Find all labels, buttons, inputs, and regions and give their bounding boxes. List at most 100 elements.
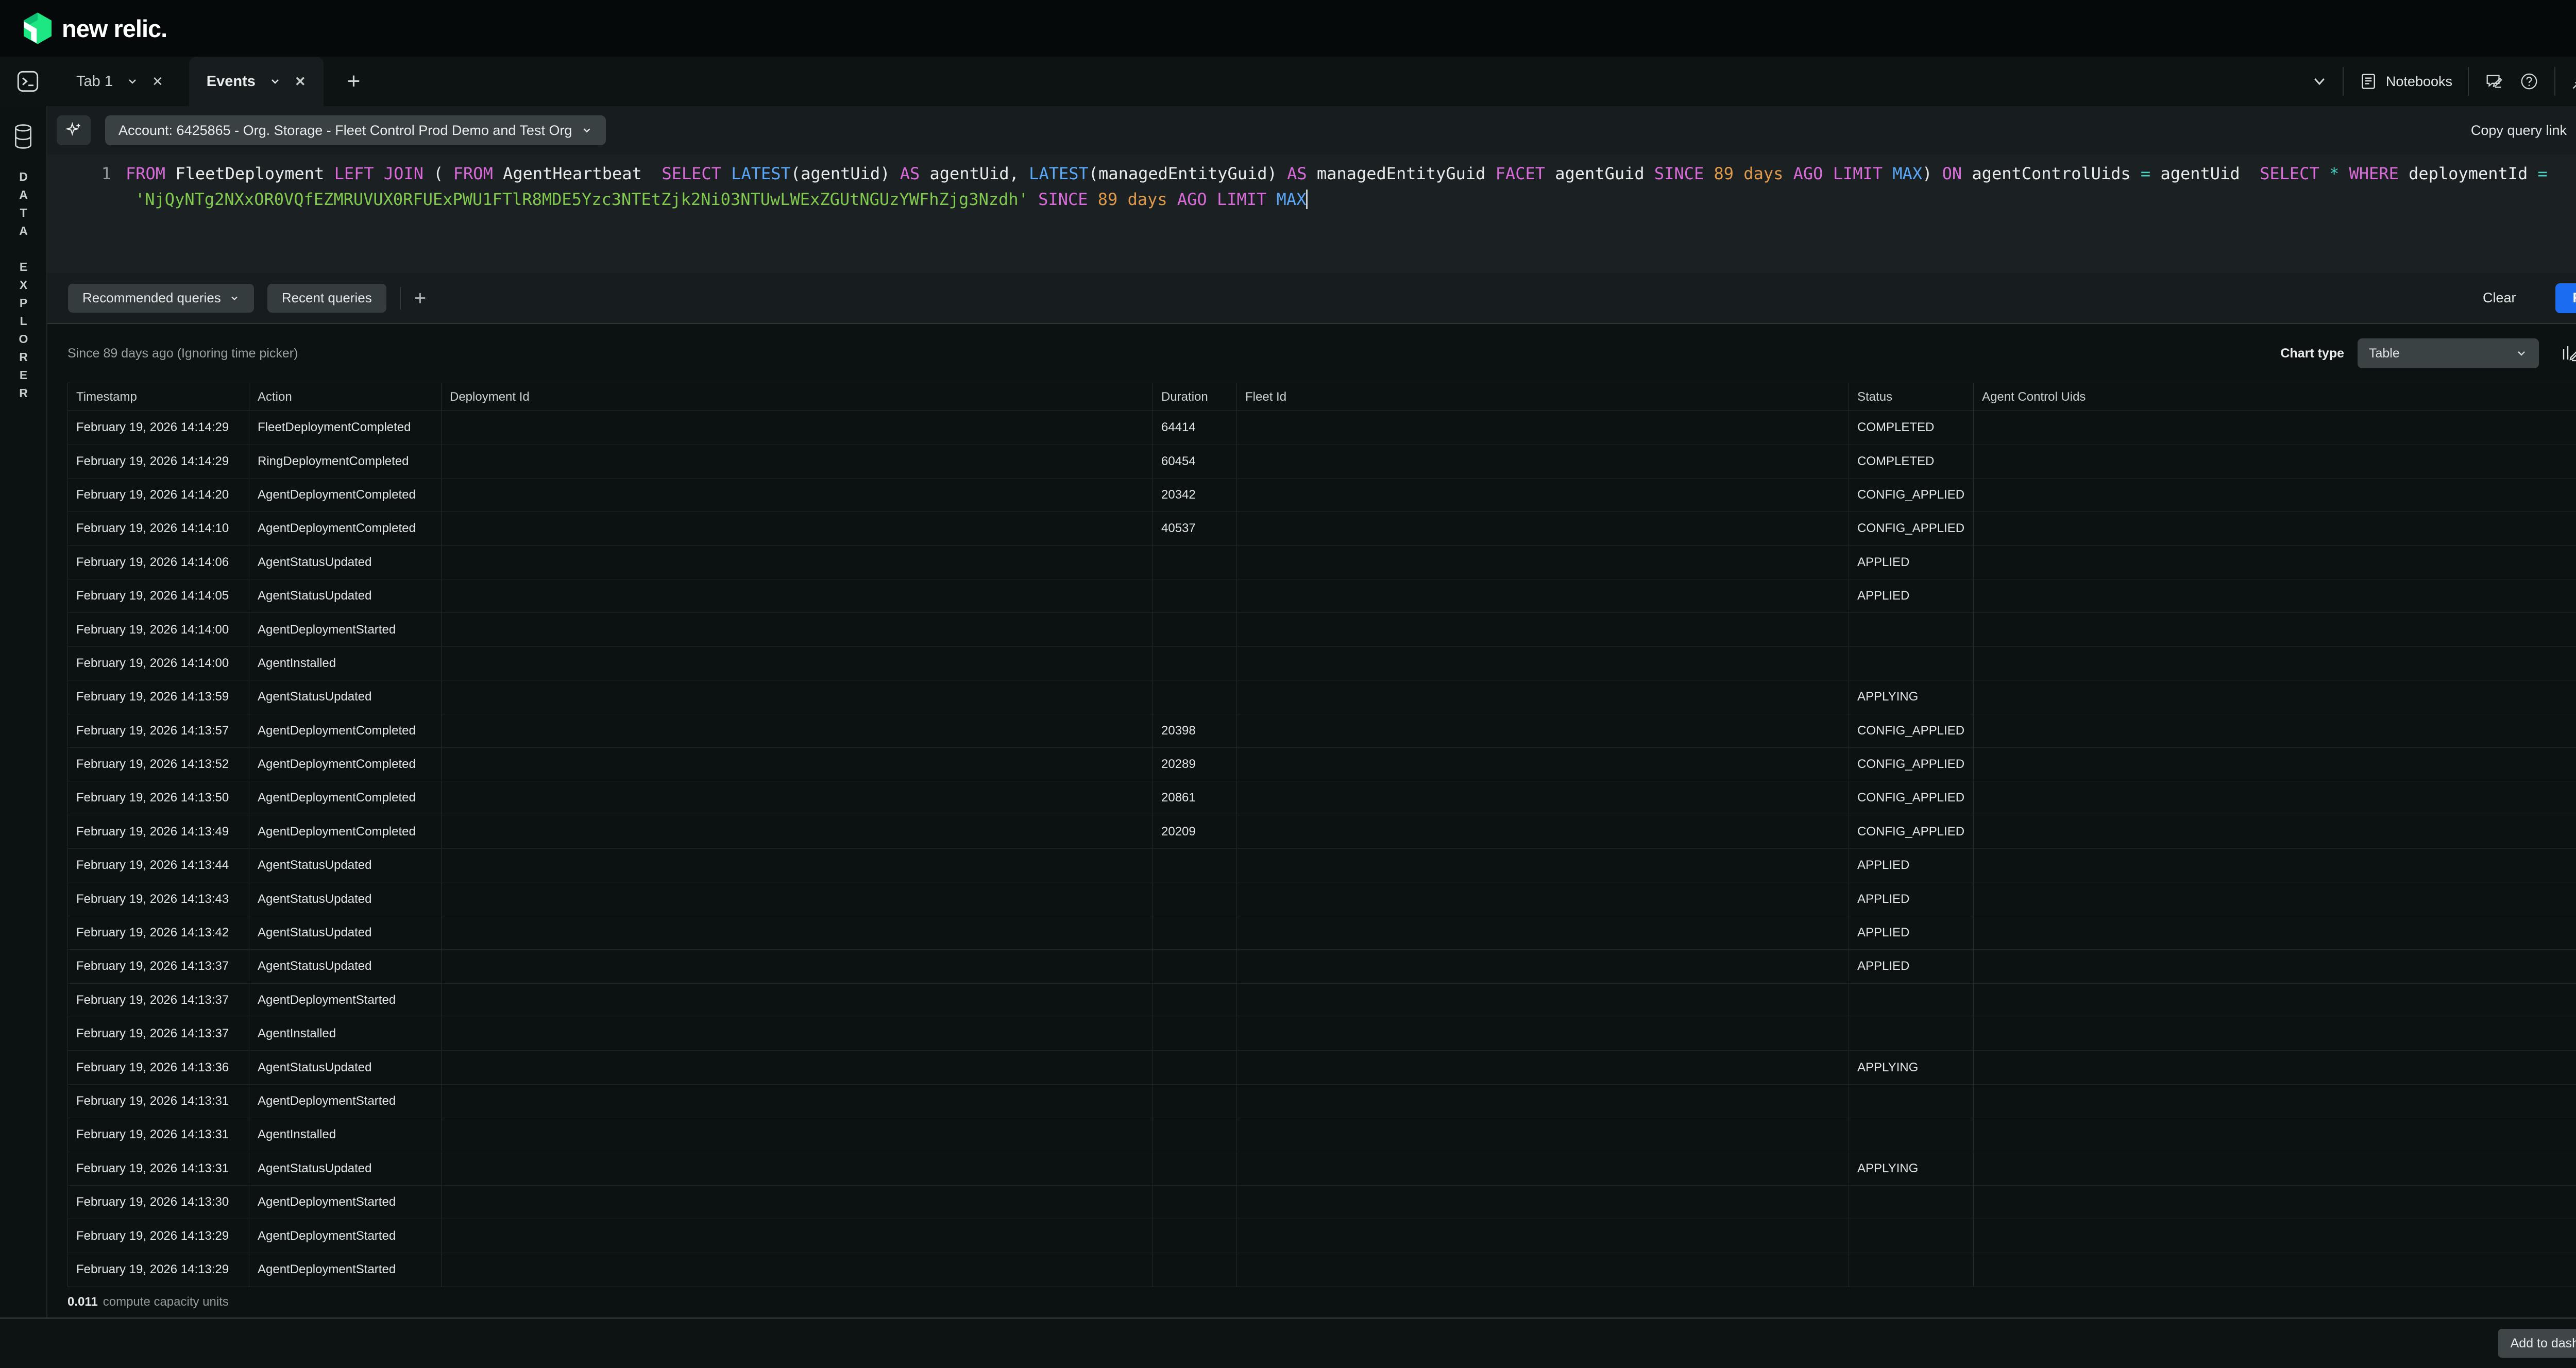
table-cell: CONFIG_APPLIED [1849, 512, 1974, 545]
column-header[interactable]: Duration [1153, 383, 1237, 411]
table-cell [1974, 1253, 2576, 1287]
tabs-dropdown-icon[interactable] [2312, 74, 2327, 89]
table-cell: APPLIED [1849, 579, 1974, 612]
table-cell [442, 815, 1153, 848]
tab-close-icon[interactable]: ✕ [152, 74, 163, 90]
table-cell: 60454 [1153, 444, 1237, 477]
chart-type-controls: Chart type Table ⋯ [2280, 338, 2576, 368]
table-cell [1237, 882, 1849, 915]
table-cell: February 19, 2026 14:13:37 [68, 950, 249, 983]
compute-cost-row: 0.011 compute capacity units [67, 1287, 2576, 1317]
tab-bar: Tab 1 ✕ Events ✕ + Notebooks [0, 57, 2576, 106]
table-cell [1974, 1152, 2576, 1185]
table-row: February 19, 2026 14:13:29AgentDeploymen… [68, 1253, 2576, 1287]
column-header[interactable]: Agent Control Uids [1974, 383, 2576, 411]
table-row: February 19, 2026 14:13:57AgentDeploymen… [68, 714, 2576, 748]
tab-menu-chevron-icon[interactable] [269, 75, 281, 88]
column-header[interactable]: Status [1849, 383, 1974, 411]
edit-chart-icon[interactable] [2560, 343, 2576, 364]
table-cell [1974, 478, 2576, 511]
table-cell: AgentStatusUpdated [249, 680, 442, 713]
table-cell: CONFIG_APPLIED [1849, 815, 1974, 848]
table-row: February 19, 2026 14:14:06AgentStatusUpd… [68, 546, 2576, 579]
table-cell [442, 512, 1153, 545]
data-explorer-sidebar: DATA EXPLORER [0, 106, 47, 1368]
account-selector[interactable]: Account: 6425865 - Org. Storage - Fleet … [105, 115, 606, 145]
new-tab-icon[interactable]: + [347, 70, 361, 93]
query-toolbar: Recommended queries Recent queries + Cle… [47, 273, 2576, 324]
table-cell [1153, 1118, 1237, 1151]
add-query-icon[interactable]: + [414, 288, 426, 309]
table-row: February 19, 2026 14:13:31AgentInstalled [68, 1118, 2576, 1152]
table-cell [1237, 1152, 1849, 1185]
table-cell [442, 984, 1153, 1017]
chart-type-select[interactable]: Table [2358, 338, 2539, 368]
recommended-queries-button[interactable]: Recommended queries [68, 284, 254, 313]
top-header: new relic. [0, 0, 2576, 57]
table-cell [1237, 1186, 1849, 1219]
table-header-row: TimestampActionDeployment IdDurationFlee… [68, 383, 2576, 411]
table-cell [442, 916, 1153, 949]
table-cell [442, 1085, 1153, 1118]
database-icon[interactable] [12, 124, 34, 149]
table-cell: APPLYING [1849, 680, 1974, 713]
table-cell [442, 1219, 1153, 1252]
ai-assist-button[interactable] [57, 115, 91, 145]
copy-query-link-button[interactable]: Copy query link [2471, 123, 2567, 139]
tab-close-icon[interactable]: ✕ [295, 74, 306, 90]
table-cell [1237, 411, 1849, 444]
help-icon[interactable] [2519, 72, 2539, 91]
table-cell [1974, 579, 2576, 612]
table-cell: February 19, 2026 14:13:50 [68, 781, 249, 814]
tab-menu-chevron-icon[interactable] [126, 75, 139, 88]
table-cell: APPLIED [1849, 916, 1974, 949]
query-console-icon[interactable] [15, 69, 40, 94]
table-cell [1237, 478, 1849, 511]
feedback-icon[interactable] [2484, 72, 2504, 91]
table-cell [442, 1051, 1153, 1084]
table-cell [1974, 1219, 2576, 1252]
table-cell [1153, 613, 1237, 646]
table-cell: AgentDeploymentCompleted [249, 815, 442, 848]
table-cell [1849, 1017, 1974, 1050]
tab-tab1[interactable]: Tab 1 ✕ [59, 57, 181, 106]
query-line-1: 1 FROM FleetDeployment LEFT JOIN ( FROM … [47, 161, 2576, 186]
collapse-icon[interactable] [2571, 72, 2576, 91]
table-cell [1237, 984, 1849, 1017]
table-cell: APPLYING [1849, 1152, 1974, 1185]
table-cell [1237, 781, 1849, 814]
table-cell [1237, 444, 1849, 477]
column-header[interactable]: Action [249, 383, 442, 411]
table-cell [1974, 815, 2576, 848]
table-cell: AgentInstalled [249, 1017, 442, 1050]
table-cell: AgentDeploymentStarted [249, 1085, 442, 1118]
table-cell [1153, 1152, 1237, 1185]
table-cell [1849, 1085, 1974, 1118]
table-cell [1153, 1051, 1237, 1084]
column-header[interactable]: Fleet Id [1237, 383, 1849, 411]
add-to-dashboard-button[interactable]: Add to dashboard [2498, 1329, 2576, 1358]
nrql-query-editor[interactable]: 1 FROM FleetDeployment LEFT JOIN ( FROM … [47, 155, 2576, 273]
notebooks-button[interactable]: Notebooks [2359, 72, 2452, 91]
tab-events[interactable]: Events ✕ [189, 57, 324, 106]
table-cell [442, 647, 1153, 680]
table-cell [1974, 748, 2576, 781]
table-cell [1237, 1253, 1849, 1287]
table-cell [1153, 849, 1237, 882]
run-button[interactable]: Run [2555, 283, 2576, 313]
table-cell [1153, 1186, 1237, 1219]
table-cell: February 19, 2026 14:14:29 [68, 444, 249, 477]
table-row: February 19, 2026 14:13:31AgentStatusUpd… [68, 1152, 2576, 1186]
recent-queries-button[interactable]: Recent queries [267, 284, 386, 313]
table-cell [1153, 1219, 1237, 1252]
table-cell [1153, 882, 1237, 915]
table-cell [442, 1017, 1153, 1050]
column-header[interactable]: Deployment Id [442, 383, 1153, 411]
column-header[interactable]: Timestamp [68, 383, 249, 411]
query-code: 'NjQyNTg2NXxOR0VQfEZMRUVUX0RFUExPWU1FTlR… [126, 186, 1308, 212]
table-row: February 19, 2026 14:13:49AgentDeploymen… [68, 815, 2576, 849]
table-row: February 19, 2026 14:14:00AgentInstalled [68, 647, 2576, 680]
table-cell: February 19, 2026 14:13:29 [68, 1253, 249, 1287]
clear-button[interactable]: Clear [2483, 290, 2516, 306]
table-row: February 19, 2026 14:13:29AgentDeploymen… [68, 1219, 2576, 1253]
